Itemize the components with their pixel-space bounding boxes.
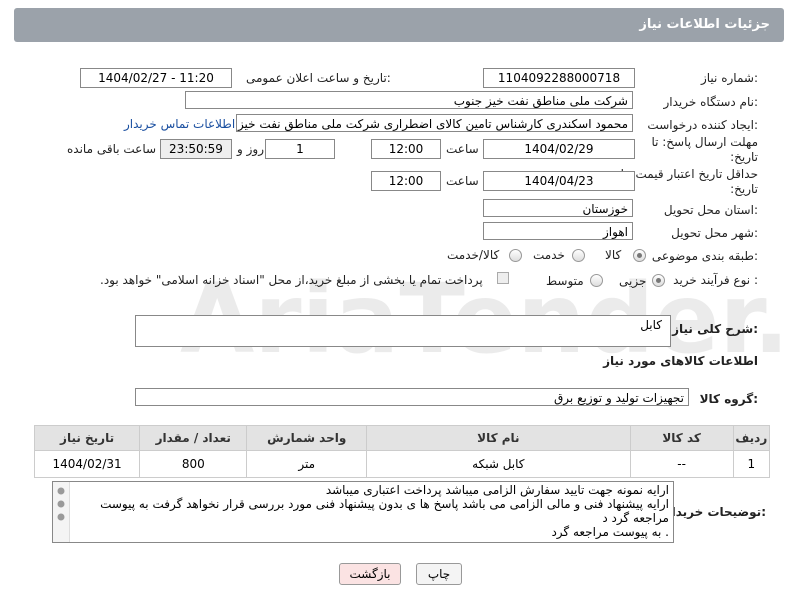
price-valid-time-field: 12:00 bbox=[371, 171, 441, 191]
category-option-service: خدمت bbox=[533, 248, 565, 262]
payment-note: پرداخت تمام یا بخشی از مبلغ خرید،از محل … bbox=[100, 273, 483, 287]
process-option-minor: جزیی bbox=[619, 274, 647, 288]
goods-section-title: اطلاعات کالاهای مورد نیاز bbox=[603, 354, 758, 368]
buyer-note-line: ارایه نمونه جهت تایید سفارش الزامی میباش… bbox=[325, 483, 669, 497]
treasury-checkbox[interactable] bbox=[497, 272, 509, 284]
deadline-time-label: ساعت bbox=[446, 142, 479, 156]
days-field: 1 bbox=[265, 139, 335, 159]
scrollbar-dots-icon bbox=[57, 487, 65, 521]
cell-need-date: 1404/02/31 bbox=[33, 450, 141, 478]
deadline-label: مهلت ارسال پاسخ: تا تاریخ: bbox=[651, 135, 758, 164]
cell-row-number: 1 bbox=[732, 450, 771, 478]
days-label: روز و bbox=[237, 142, 264, 156]
cell-quantity: 800 bbox=[139, 450, 248, 478]
deadline-date-field: 1404/02/29 bbox=[483, 139, 635, 159]
print-button[interactable]: چاپ bbox=[416, 563, 462, 585]
cell-item-name: کابل شبکه bbox=[366, 450, 631, 478]
category-radio-service[interactable] bbox=[572, 249, 585, 262]
creator-field: محمود اسکندری کارشناس تامین کالای اضطرار… bbox=[236, 114, 633, 132]
summary-label: شرح کلی نیاز: bbox=[672, 322, 758, 336]
summary-value: کابل bbox=[640, 318, 662, 332]
col-header-row: ردیف bbox=[732, 425, 771, 451]
announce-field: 1404/02/27 - 11:20 bbox=[80, 68, 232, 88]
buyer-org-field: شرکت ملی مناطق نفت خیز جنوب bbox=[185, 91, 633, 109]
items-table: تاریخ نیاز تعداد / مقدار واحد شمارش نام … bbox=[33, 425, 771, 478]
col-header-item-name: نام کالا bbox=[366, 425, 631, 451]
page-title: جزئیات اطلاعات نیاز bbox=[639, 17, 770, 32]
category-option-goods: کالا bbox=[605, 248, 622, 262]
buyer-notes-field[interactable]: ارایه نمونه جهت تایید سفارش الزامی میباش… bbox=[52, 481, 674, 543]
need-number-field: 1104092288000718 bbox=[483, 68, 635, 88]
remaining-time-label: ساعت باقی مانده bbox=[67, 142, 157, 156]
buyer-notes-label: توضیحات خریدار: bbox=[664, 505, 766, 519]
city-field: اهواز bbox=[483, 222, 633, 240]
buyer-org-label: نام دستگاه خریدار: bbox=[663, 95, 759, 109]
col-header-need-date: تاریخ نیاز bbox=[33, 425, 141, 451]
buyer-note-line: . به پیوست مراجعه گرد bbox=[551, 525, 669, 539]
table-row[interactable]: 1404/02/31 800 متر کابل شبکه -- 1 bbox=[33, 450, 771, 478]
province-field: خوزستان bbox=[483, 199, 633, 217]
category-option-goods-service: کالا/خدمت bbox=[447, 248, 500, 262]
cell-item-code: -- bbox=[629, 450, 734, 478]
col-header-item-code: کد کالا bbox=[629, 425, 734, 451]
city-label: شهر محل تحویل: bbox=[671, 226, 758, 240]
deadline-time-field: 12:00 bbox=[371, 139, 441, 159]
process-radio-minor[interactable] bbox=[652, 274, 665, 287]
buyer-note-line: ارایه پیشنهاد فنی و مالی الزامی می باشد … bbox=[100, 497, 669, 525]
back-button[interactable]: بازگشت bbox=[339, 563, 401, 585]
notes-scrollbar[interactable] bbox=[53, 482, 70, 542]
contact-buyer-link[interactable]: اطلاعات تماس خریدار bbox=[124, 117, 235, 131]
remaining-time-field: 23:50:59 bbox=[160, 139, 232, 159]
col-header-unit: واحد شمارش bbox=[246, 425, 368, 451]
goods-group-field: تجهیزات تولید و توزیع برق bbox=[135, 388, 689, 406]
items-table-header: تاریخ نیاز تعداد / مقدار واحد شمارش نام … bbox=[33, 425, 771, 451]
announce-label: تاریخ و ساعت اعلان عمومی: bbox=[246, 71, 391, 85]
category-radio-goods-service[interactable] bbox=[509, 249, 522, 262]
province-label: استان محل تحویل: bbox=[663, 203, 758, 217]
need-number-label: شماره نیاز: bbox=[700, 71, 758, 85]
cell-unit: متر bbox=[246, 450, 368, 478]
creator-label: ایجاد کننده درخواست: bbox=[647, 118, 758, 132]
process-option-medium: متوسط bbox=[546, 274, 584, 288]
category-radio-goods[interactable] bbox=[633, 249, 646, 262]
price-valid-date-field: 1404/04/23 bbox=[483, 171, 635, 191]
price-valid-time-label: ساعت bbox=[446, 174, 479, 188]
col-header-quantity: تعداد / مقدار bbox=[139, 425, 248, 451]
page-header: جزئیات اطلاعات نیاز bbox=[14, 8, 784, 42]
category-label: طبقه بندی موضوعی: bbox=[651, 249, 758, 263]
process-radio-medium[interactable] bbox=[590, 274, 603, 287]
process-label: نوع فرآیند خرید : bbox=[673, 273, 758, 287]
summary-field[interactable]: کابل bbox=[135, 315, 671, 347]
goods-group-label: گروه کالا: bbox=[699, 392, 758, 406]
